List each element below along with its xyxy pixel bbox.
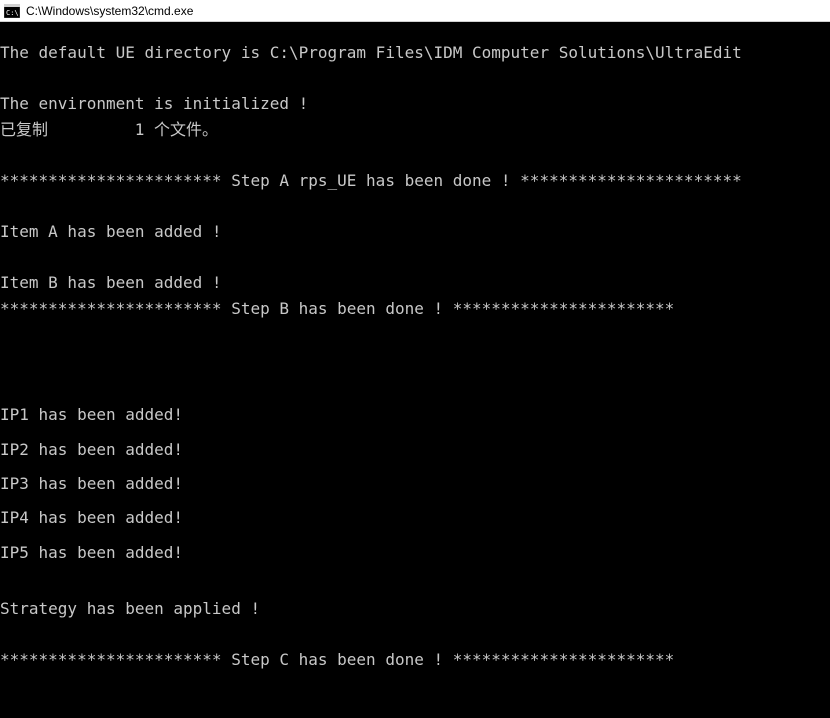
terminal-line: 已复制 1 个文件。 (0, 117, 830, 143)
terminal-line: *********************** Step A rps_UE ha… (0, 168, 830, 194)
terminal-line: Item B has been added ! (0, 270, 830, 296)
terminal-line: IP2 has been added! (0, 433, 830, 467)
terminal-line: The environment is initialized ! (0, 91, 830, 117)
terminal-line (0, 347, 830, 373)
terminal-line: *********************** Step C has been … (0, 647, 830, 673)
terminal-line: IP4 has been added! (0, 501, 830, 535)
terminal-line: Strategy has been applied ! (0, 596, 830, 622)
terminal-line (0, 570, 830, 596)
terminal-line (0, 245, 830, 271)
terminal-line: IP5 has been added! (0, 536, 830, 570)
terminal-line (0, 194, 830, 220)
terminal-line: The default UE directory is C:\Program F… (0, 40, 830, 66)
cmd-icon: C:\ (4, 4, 20, 18)
terminal-line (0, 142, 830, 168)
terminal-line (0, 698, 830, 718)
terminal-line (0, 373, 830, 399)
terminal-line (0, 621, 830, 647)
window-titlebar: C:\ C:\Windows\system32\cmd.exe (0, 0, 830, 22)
svg-text:C:\: C:\ (6, 9, 19, 17)
terminal-line (0, 66, 830, 92)
terminal-output[interactable]: The default UE directory is C:\Program F… (0, 22, 830, 718)
window-title: C:\Windows\system32\cmd.exe (26, 4, 193, 18)
terminal-line: Item A has been added ! (0, 219, 830, 245)
terminal-line (0, 673, 830, 699)
terminal-line: IP3 has been added! (0, 467, 830, 501)
terminal-line: IP1 has been added! (0, 398, 830, 432)
terminal-line: *********************** Step B has been … (0, 296, 830, 322)
terminal-line (0, 322, 830, 348)
